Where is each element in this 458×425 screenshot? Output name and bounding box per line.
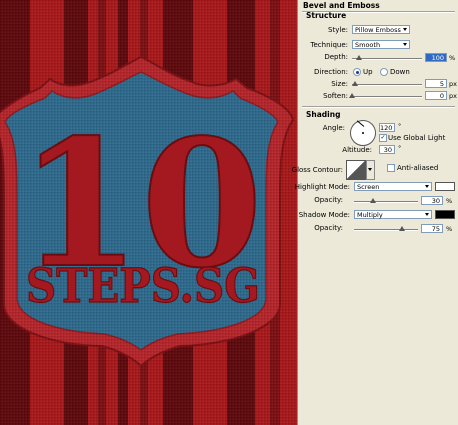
structure-heading: Structure [306, 11, 347, 20]
size-unit: px [449, 80, 457, 88]
technique-label: Technique: [310, 41, 348, 49]
highlight-mode-value: Screen [357, 183, 380, 191]
highlight-opacity-unit: % [446, 197, 453, 205]
highlight-opacity-label: Opacity: [314, 196, 343, 204]
shadow-color-swatch[interactable] [435, 210, 455, 219]
technique-value: Smooth [355, 41, 381, 49]
soften-input[interactable]: 0 [425, 91, 447, 100]
angle-dial[interactable] [350, 120, 376, 146]
shadow-opacity-label: Opacity: [314, 224, 343, 232]
chevron-down-icon [425, 185, 429, 188]
shadow-mode-label: Shadow Mode: [298, 211, 350, 219]
shadow-mode-select[interactable]: Multiply [354, 210, 432, 219]
style-select[interactable]: Pillow Emboss [352, 25, 410, 34]
anti-aliased-label: Anti-aliased [397, 164, 439, 172]
shadow-opacity-unit: % [446, 225, 453, 233]
highlight-opacity-slider-thumb[interactable] [370, 198, 377, 203]
highlight-color-swatch[interactable] [435, 182, 455, 191]
soften-unit: px [449, 92, 457, 100]
shadow-opacity-slider[interactable] [354, 226, 418, 231]
document-canvas[interactable]: 10 STEPS.SG [0, 0, 297, 425]
brand-text: STEPS.SG [26, 259, 260, 314]
chevron-down-icon [403, 28, 407, 31]
direction-up-label: Up [363, 68, 373, 76]
angle-unit: ° [398, 122, 402, 130]
shadow-opacity-input[interactable]: 75 [421, 224, 443, 233]
size-label: Size: [331, 80, 348, 88]
gloss-contour-dropdown[interactable] [366, 160, 375, 180]
altitude-label: Altitude: [342, 146, 372, 154]
highlight-opacity-slider[interactable] [354, 198, 418, 203]
soften-slider-thumb[interactable] [349, 93, 355, 98]
soften-label: Soften: [323, 92, 348, 100]
highlight-mode-select[interactable]: Screen [354, 182, 432, 191]
direction-down-radio[interactable] [380, 68, 388, 76]
depth-label: Depth: [324, 53, 348, 61]
technique-select[interactable]: Smooth [352, 40, 410, 49]
divider [302, 106, 455, 108]
size-slider-thumb[interactable] [351, 81, 358, 86]
size-input[interactable]: 5 [425, 79, 447, 88]
direction-label: Direction: [314, 68, 348, 76]
chevron-down-icon [403, 43, 407, 46]
chevron-down-icon [425, 213, 429, 216]
depth-unit: % [449, 54, 456, 62]
depth-slider-thumb[interactable] [356, 55, 362, 60]
style-label: Style: [328, 26, 348, 34]
angle-label: Angle: [322, 124, 345, 132]
altitude-input[interactable]: 30 [379, 145, 395, 154]
size-slider[interactable] [351, 81, 422, 86]
chevron-down-icon [368, 168, 372, 171]
shadow-mode-value: Multiply [357, 211, 383, 219]
altitude-unit: ° [398, 144, 402, 152]
highlight-mode-label: Highlight Mode: [294, 183, 350, 191]
use-global-light-label: Use Global Light [388, 134, 446, 142]
panel-title: Bevel and Emboss [303, 1, 380, 10]
shading-heading: Shading [306, 110, 341, 119]
gloss-contour-label: Gloss Contour: [291, 166, 343, 174]
anti-aliased-checkbox[interactable] [387, 164, 395, 172]
direction-down-label: Down [390, 68, 410, 76]
angle-input[interactable]: 120 [379, 123, 395, 132]
layer-style-panel: Bevel and Emboss Structure Style: Pillow… [292, 0, 458, 425]
direction-up-radio[interactable] [353, 68, 361, 76]
artwork: 10 STEPS.SG [0, 0, 297, 425]
depth-slider[interactable] [352, 55, 422, 60]
gloss-contour-preview[interactable] [346, 160, 366, 180]
style-value: Pillow Emboss [355, 26, 401, 34]
depth-input[interactable]: 100 [425, 53, 447, 62]
highlight-opacity-input[interactable]: 30 [421, 196, 443, 205]
shadow-opacity-slider-thumb[interactable] [399, 226, 405, 231]
use-global-light-checkbox[interactable]: ✓ [379, 134, 387, 142]
soften-slider[interactable] [349, 93, 422, 98]
